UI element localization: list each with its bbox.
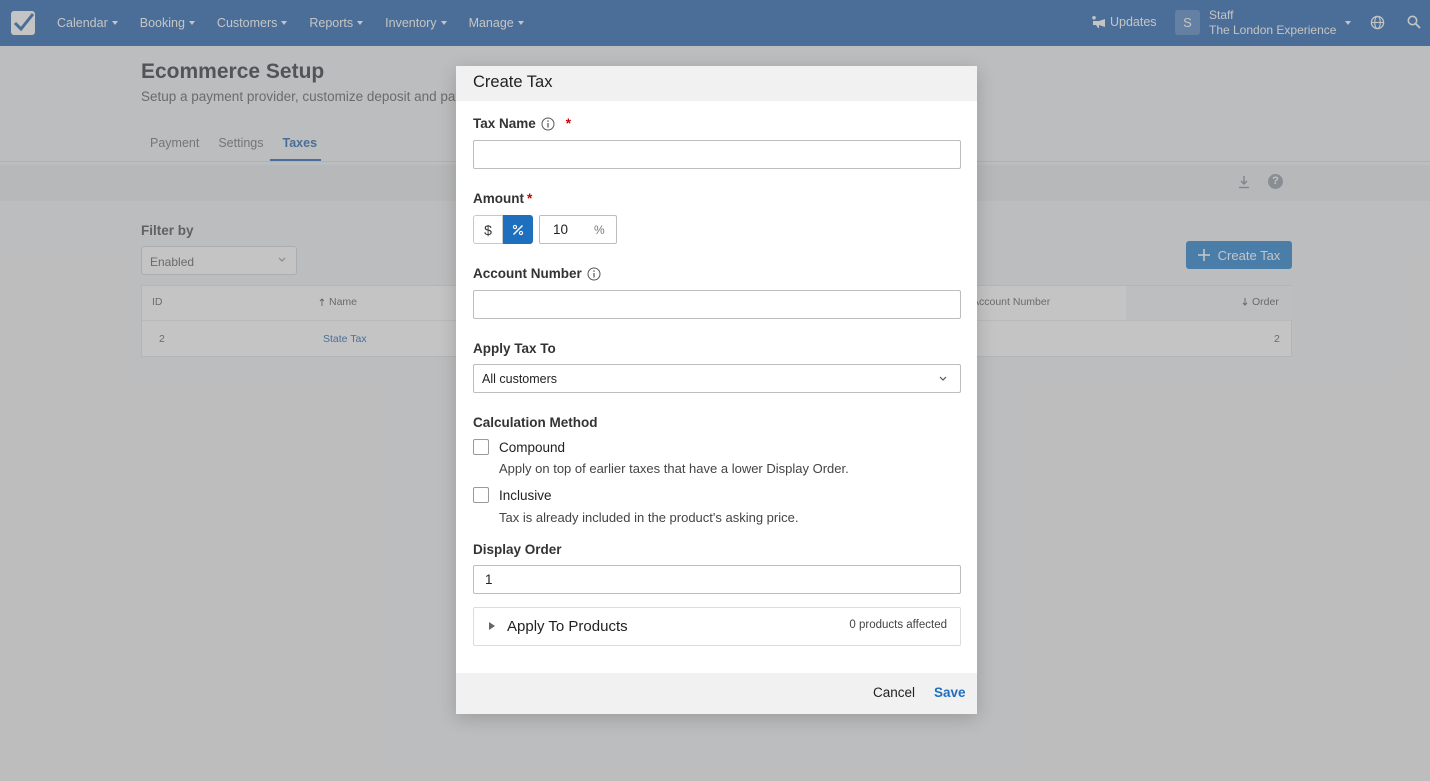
display-order-label: Display Order — [473, 542, 562, 557]
info-icon[interactable] — [541, 117, 555, 131]
amount-value: 10 — [553, 222, 569, 237]
amount-type-dollar-button[interactable]: $ — [473, 215, 503, 244]
products-affected-count: 0 products affected — [849, 619, 947, 631]
tax-name-label: Tax Name * — [473, 116, 571, 131]
tax-name-label-text: Tax Name — [473, 116, 536, 131]
create-tax-dialog: Create Tax Tax Name * Amount * $ 10 % Ac… — [456, 66, 977, 714]
amount-label-text: Amount — [473, 191, 524, 206]
inclusive-checkbox[interactable] — [473, 487, 489, 503]
amount-input[interactable]: 10 % — [539, 215, 617, 244]
apply-to-products-label: Apply To Products — [507, 618, 628, 635]
account-number-input[interactable] — [473, 290, 961, 319]
required-asterisk: * — [527, 191, 533, 206]
calculation-method-label: Calculation Method — [473, 415, 598, 430]
display-order-input[interactable]: 1 — [473, 565, 961, 594]
apply-tax-to-select[interactable]: All customers — [473, 364, 961, 393]
amount-unit: % — [594, 223, 605, 237]
apply-tax-to-label: Apply Tax To — [473, 341, 556, 356]
expand-triangle-icon — [489, 622, 495, 630]
apply-to-products-expander[interactable]: Apply To Products 0 products affected — [473, 607, 961, 646]
amount-type-percent-button[interactable] — [503, 215, 533, 244]
dialog-header: Create Tax — [456, 66, 977, 101]
compound-checkbox[interactable] — [473, 439, 489, 455]
inclusive-description: Tax is already included in the product's… — [499, 510, 799, 525]
save-button[interactable]: Save — [934, 685, 966, 700]
compound-description: Apply on top of earlier taxes that have … — [499, 461, 849, 476]
account-number-label: Account Number — [473, 266, 601, 281]
amount-label: Amount * — [473, 191, 532, 206]
compound-label[interactable]: Compound — [499, 440, 565, 455]
info-icon[interactable] — [587, 267, 601, 281]
inclusive-label[interactable]: Inclusive — [499, 488, 552, 503]
cancel-button[interactable]: Cancel — [873, 685, 915, 700]
apply-tax-to-value: All customers — [482, 372, 558, 386]
tax-name-input[interactable] — [473, 140, 961, 169]
chevron-down-icon — [939, 376, 947, 381]
dialog-title: Create Tax — [473, 73, 553, 91]
account-number-label-text: Account Number — [473, 266, 582, 281]
dialog-footer: Cancel Save — [456, 673, 977, 714]
required-asterisk: * — [565, 116, 572, 131]
percent-icon — [512, 224, 524, 235]
amount-type-toggle: $ — [473, 215, 533, 244]
